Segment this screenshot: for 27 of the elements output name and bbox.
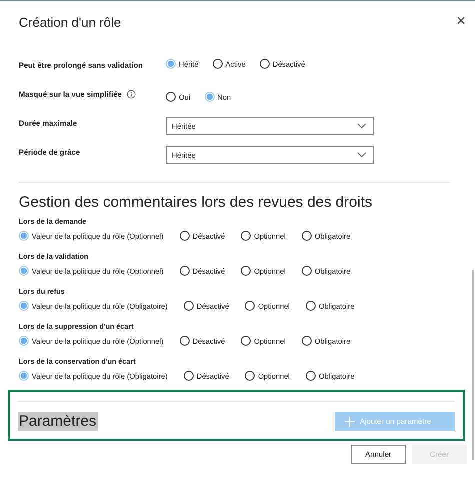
- radio-button[interactable]: [184, 301, 194, 311]
- info-icon[interactable]: [126, 90, 136, 99]
- radio-button[interactable]: [260, 59, 270, 69]
- radio-button[interactable]: [212, 59, 223, 69]
- radio-button[interactable]: [302, 231, 312, 241]
- radio-button[interactable]: [302, 336, 312, 346]
- chevron-down-icon: [357, 123, 367, 129]
- radio-button[interactable]: [166, 92, 176, 102]
- radio-button[interactable]: [180, 336, 190, 346]
- radio-button[interactable]: [302, 266, 312, 276]
- radio-button[interactable]: [245, 371, 256, 381]
- radio-button[interactable]: [306, 371, 316, 381]
- chevron-down-icon: [357, 152, 367, 158]
- close-button[interactable]: ×: [456, 14, 466, 30]
- plus-icon: [345, 416, 355, 426]
- radio-button[interactable]: [180, 231, 190, 241]
- section-heading: Paramètres: [18, 412, 98, 431]
- section-heading: Gestion des commentaires lors des revues des droits: [18, 193, 374, 213]
- radio-button[interactable]: [180, 266, 190, 276]
- dialog-title: Création d'un rôle: [19, 14, 122, 30]
- radio-button[interactable]: [241, 266, 252, 276]
- radio-button[interactable]: [184, 371, 194, 381]
- radio-button[interactable]: [241, 336, 252, 346]
- scrollbar[interactable]: [472, 270, 474, 460]
- radio-button[interactable]: [245, 301, 256, 311]
- radio-button[interactable]: [306, 301, 316, 311]
- radio-button[interactable]: [241, 231, 252, 241]
